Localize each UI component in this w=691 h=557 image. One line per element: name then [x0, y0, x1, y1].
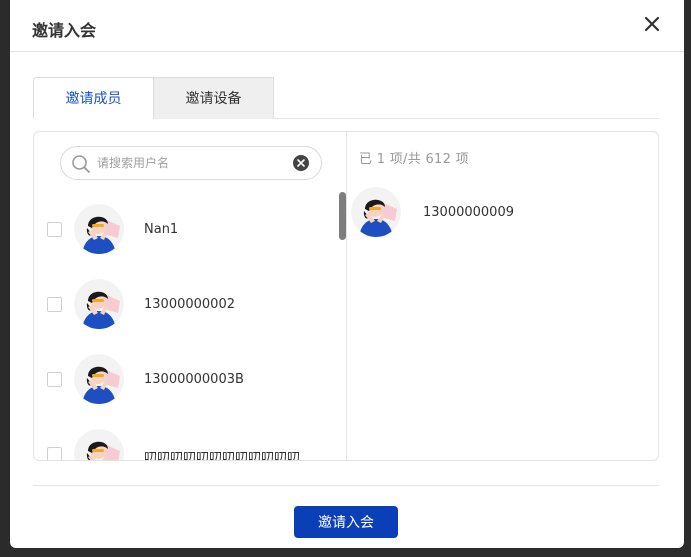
member-name: 叨叨叨叨叨叨叨叨叨叨叨叨... — [144, 451, 313, 461]
search-box[interactable] — [60, 146, 322, 180]
avatar — [74, 204, 124, 254]
member-transfer-panel: Nan1 13000000002 13000000003B 叨叨叨叨叨叨叨叨叨叨… — [33, 131, 659, 461]
clear-icon[interactable] — [293, 155, 309, 171]
dialog-title: 邀请入会 — [32, 21, 97, 40]
footer-divider — [33, 485, 659, 486]
list-scrollbar[interactable] — [339, 192, 346, 240]
tab-bar: 邀请成员 邀请设备 — [33, 77, 659, 119]
member-list-pane: Nan1 13000000002 13000000003B 叨叨叨叨叨叨叨叨叨叨… — [34, 132, 347, 460]
dialog-header: 邀请入会 — [10, 0, 684, 52]
avatar — [74, 429, 124, 461]
list-item[interactable]: 叨叨叨叨叨叨叨叨叨叨叨叨... — [34, 417, 334, 461]
member-name: 13000000002 — [144, 297, 235, 312]
member-name: 13000000003B — [144, 372, 244, 387]
selected-pane: 已 1 项/共 612 项 13000000009 — [347, 132, 658, 460]
close-button[interactable] — [642, 14, 662, 34]
list-item[interactable]: 13000000002 — [34, 267, 334, 342]
invite-submit-button[interactable]: 邀请入会 — [294, 506, 398, 538]
avatar — [74, 354, 124, 404]
search-icon — [72, 155, 90, 173]
selected-name: 13000000009 — [423, 205, 514, 220]
member-checkbox[interactable] — [47, 297, 62, 312]
selected-item[interactable]: 13000000009 — [351, 187, 651, 239]
list-item[interactable]: Nan1 — [34, 192, 334, 267]
close-icon[interactable] — [642, 14, 662, 34]
search-input[interactable] — [97, 153, 287, 173]
tab-invite-members[interactable]: 邀请成员 — [33, 77, 154, 119]
member-list: Nan1 13000000002 13000000003B 叨叨叨叨叨叨叨叨叨叨… — [34, 192, 347, 461]
tab-invite-devices[interactable]: 邀请设备 — [153, 77, 274, 119]
invite-dialog: 邀请入会 邀请成员 邀请设备 请搜索用户名 Nan1 13000000002 1… — [10, 0, 684, 548]
avatar — [74, 279, 124, 329]
member-checkbox[interactable] — [47, 222, 62, 237]
avatar — [351, 187, 401, 237]
member-checkbox[interactable] — [47, 372, 62, 387]
member-name: Nan1 — [144, 222, 179, 237]
selection-summary: 已 1 项/共 612 项 — [359, 152, 469, 167]
member-checkbox[interactable] — [47, 447, 62, 460]
list-item[interactable]: 13000000003B — [34, 342, 334, 417]
